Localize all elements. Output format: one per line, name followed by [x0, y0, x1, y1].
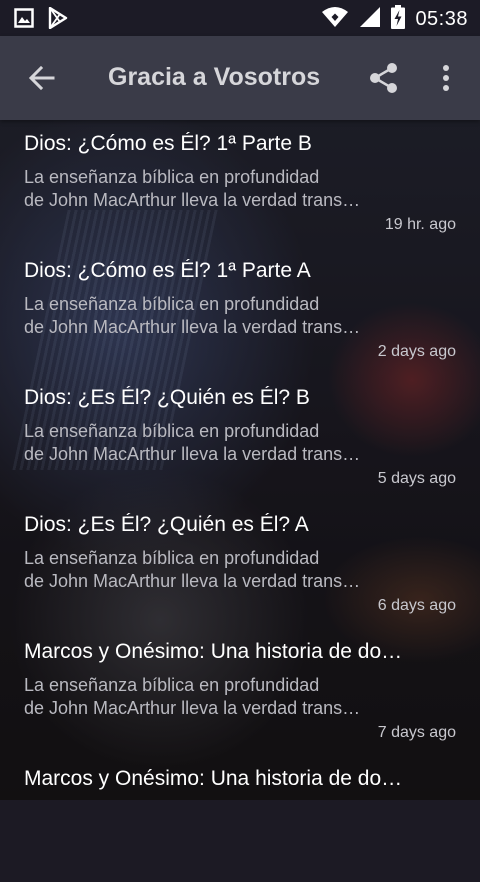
episode-time: 5 days ago [377, 470, 456, 487]
back-button[interactable] [24, 60, 60, 96]
app-toolbar: Gracia a Vosotros [0, 36, 480, 120]
play-store-icon [48, 6, 68, 34]
back-arrow-icon [28, 65, 55, 91]
episode-item[interactable]: Dios: ¿Cómo es Él? 1ª Parte A La enseñan… [0, 247, 480, 374]
episode-description-line: La enseñanza bíblica en profundidad [24, 548, 320, 568]
page-title: Gracia a Vosotros [108, 63, 321, 91]
status-time: 05:38 [415, 8, 468, 30]
episode-title: Dios: ¿Es Él? ¿Quién es Él? A [24, 513, 309, 536]
episode-item[interactable]: Marcos y Onésimo: Una historia de do… La… [0, 628, 480, 755]
episode-description: La enseñanza bíblica en profundidad de J… [24, 420, 410, 466]
episode-list: Dios: ¿Cómo es Él? 1ª Parte B La enseñan… [0, 120, 480, 882]
episode-title: Marcos y Onésimo: Una historia de do… [24, 640, 403, 663]
episode-title: Marcos y Onésimo: Una historia de do… [24, 767, 403, 790]
episode-description-line: de John MacArthur lleva la verdad trans… [24, 317, 361, 337]
more-options-button[interactable] [430, 60, 462, 96]
episode-time: 2 days ago [377, 343, 456, 360]
episode-description: La enseñanza bíblica en profundidad de J… [24, 547, 410, 593]
status-bar: 05:38 [0, 0, 480, 36]
battery-charging-icon [391, 5, 406, 34]
episode-title: Dios: ¿Cómo es Él? 1ª Parte B [24, 132, 312, 155]
episode-time: 6 days ago [377, 597, 456, 614]
share-icon [370, 63, 397, 93]
episode-title: Dios: ¿Cómo es Él? 1ª Parte A [24, 259, 311, 282]
episode-time: 7 days ago [377, 724, 456, 741]
episode-description: La enseñanza bíblica en profundidad de J… [24, 293, 410, 339]
episode-title: Dios: ¿Es Él? ¿Quién es Él? B [24, 386, 310, 409]
episode-item[interactable]: Dios: ¿Es Él? ¿Quién es Él? A La enseñan… [0, 501, 480, 628]
episode-item[interactable]: Dios: ¿Es Él? ¿Quién es Él? B La enseñan… [0, 374, 480, 501]
episode-item[interactable]: Marcos y Onésimo: Una historia de do… [0, 755, 480, 882]
more-vert-icon [443, 65, 449, 91]
episode-time: 19 hr. ago [384, 216, 456, 233]
episode-description-line: La enseñanza bíblica en profundidad [24, 294, 320, 314]
signal-icon [359, 6, 381, 33]
episode-description-line: de John MacArthur lleva la verdad trans… [24, 571, 361, 591]
episode-description-line: La enseñanza bíblica en profundidad [24, 675, 320, 695]
episode-description: La enseñanza bíblica en profundidad de J… [24, 166, 410, 212]
episode-description-line: de John MacArthur lleva la verdad trans… [24, 444, 361, 464]
episode-description: La enseñanza bíblica en profundidad de J… [24, 674, 410, 720]
episode-item[interactable]: Dios: ¿Cómo es Él? 1ª Parte B La enseñan… [0, 120, 480, 247]
image-notification-icon [14, 8, 34, 33]
wifi-icon [321, 6, 349, 33]
episode-description-line: de John MacArthur lleva la verdad trans… [24, 698, 361, 718]
share-button[interactable] [366, 60, 402, 96]
episode-description-line: La enseñanza bíblica en profundidad [24, 167, 320, 187]
episode-description-line: de John MacArthur lleva la verdad trans… [24, 190, 361, 210]
episode-description-line: La enseñanza bíblica en profundidad [24, 421, 320, 441]
